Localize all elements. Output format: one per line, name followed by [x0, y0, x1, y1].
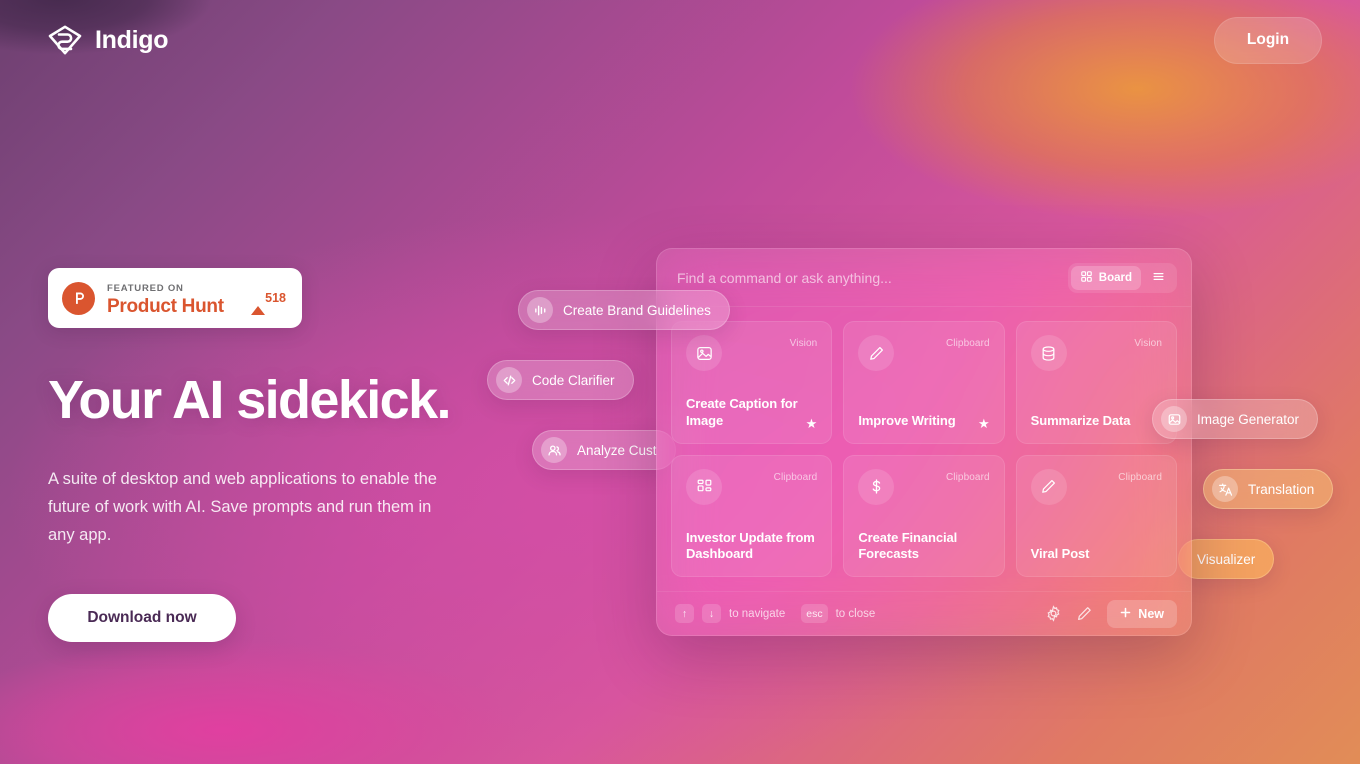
code-icon — [496, 367, 522, 393]
card-title: Create Financial Forecasts — [858, 529, 958, 562]
view-toggle: Board — [1067, 262, 1177, 293]
card-title: Summarize Data — [1030, 412, 1131, 428]
database-icon — [1030, 335, 1067, 371]
pill-image-generator[interactable]: Image Generator — [1152, 399, 1319, 439]
product-hunt-vote-count: 518 — [265, 291, 286, 305]
new-button[interactable]: New — [1107, 599, 1177, 628]
card-tag: Vision — [789, 338, 818, 349]
palette-footer: ↑ ↓ to navigate esc to close New — [657, 591, 1191, 635]
pill-code-clarifier[interactable]: Code Clarifier — [487, 360, 634, 400]
pill-translation[interactable]: Translation — [1203, 469, 1334, 509]
translate-icon — [1212, 476, 1238, 502]
card-top: Vision — [686, 335, 817, 371]
image-sparkle-icon — [1161, 406, 1187, 432]
command-card[interactable]: Vision Create Caption for Image ★ — [671, 321, 833, 444]
card-top: Clipboard — [858, 468, 990, 505]
card-title: Create Caption for Image — [686, 396, 798, 428]
product-hunt-text: FEATURED ON Product Hunt — [107, 279, 239, 318]
pill-label: Image Generator — [1197, 411, 1300, 427]
card-top: Clipboard — [858, 335, 990, 371]
triangle-up-icon — [251, 289, 266, 315]
pill-label: Code Clarifier — [532, 372, 615, 388]
command-card[interactable]: Clipboard Viral Post — [1015, 454, 1177, 577]
indigo-diamond-logo-icon — [48, 25, 82, 55]
product-hunt-title: Product Hunt — [107, 296, 224, 318]
download-now-button[interactable]: Download now — [48, 593, 236, 642]
key-esc: esc — [801, 604, 828, 623]
product-hunt-p-icon — [62, 281, 95, 315]
card-bottom: Create Caption for Image ★ — [686, 396, 817, 429]
card-bottom: Improve Writing ★ — [858, 413, 989, 430]
product-hunt-vote[interactable]: 518 — [251, 289, 288, 315]
card-top: Vision — [1030, 335, 1162, 371]
pill-label: Create Brand Guidelines — [563, 302, 711, 318]
keyboard-hints: ↑ ↓ to navigate esc to close — [675, 604, 883, 623]
brand-name: Indigo — [95, 25, 169, 54]
card-tag: Vision — [1134, 338, 1162, 349]
brand[interactable]: Indigo — [48, 25, 168, 55]
search-input[interactable] — [677, 269, 1058, 286]
palette-search-bar: Board — [657, 249, 1191, 307]
pill-label: Analyze Cust — [577, 442, 657, 458]
card-title: Improve Writing — [858, 412, 956, 428]
page-title: Your AI sidekick. — [48, 370, 452, 430]
image-icon — [686, 335, 722, 371]
command-card[interactable]: Clipboard Investor Update from Dashboard — [671, 454, 833, 577]
dollar-icon — [858, 468, 895, 505]
view-toggle-board[interactable]: Board — [1070, 265, 1141, 290]
gear-icon[interactable] — [1045, 605, 1062, 622]
card-bottom: Summarize Data — [1031, 413, 1162, 430]
card-top: Clipboard — [1030, 468, 1162, 505]
site-header: Indigo Login — [0, 0, 1360, 80]
card-title: Viral Post — [1030, 546, 1090, 562]
card-title: Investor Update from Dashboard — [686, 529, 815, 562]
pill-visualizer[interactable]: Visualizer — [1178, 539, 1275, 579]
card-tag: Clipboard — [945, 471, 990, 483]
key-arrow-up: ↑ — [675, 604, 694, 623]
pencil-icon — [1030, 468, 1067, 505]
footer-actions: New — [1045, 599, 1177, 628]
card-bottom: Create Financial Forecasts — [858, 530, 989, 563]
pencil-icon[interactable] — [1076, 605, 1093, 622]
command-card[interactable]: Clipboard Create Financial Forecasts — [843, 454, 1005, 577]
view-toggle-board-label: Board — [1098, 271, 1132, 284]
navigate-hint-label: to navigate — [729, 607, 786, 620]
product-hunt-kicker: FEATURED ON — [107, 282, 184, 294]
card-top: Clipboard — [686, 468, 818, 505]
star-filled-icon[interactable]: ★ — [978, 417, 990, 430]
card-tag: Clipboard — [773, 471, 818, 483]
card-tag: Clipboard — [1118, 471, 1162, 483]
grid-squares-icon — [686, 468, 722, 505]
close-hint-label: to close — [835, 607, 876, 620]
plus-icon — [1120, 607, 1131, 621]
pill-label: Visualizer — [1197, 551, 1256, 567]
pill-label: Translation — [1248, 481, 1315, 497]
login-button[interactable]: Login — [1214, 16, 1322, 64]
list-icon — [1152, 270, 1165, 286]
waveform-icon — [527, 297, 553, 323]
grid-icon — [1080, 270, 1093, 286]
command-card-grid: Vision Create Caption for Image ★ Clipbo… — [657, 307, 1191, 591]
pencil-icon — [858, 335, 895, 371]
view-toggle-list[interactable] — [1143, 266, 1174, 290]
pill-create-brand-guidelines[interactable]: Create Brand Guidelines — [518, 290, 730, 330]
pill-analyze-customers[interactable]: Analyze Cust — [532, 430, 676, 470]
card-bottom: Investor Update from Dashboard — [686, 530, 817, 563]
card-tag: Clipboard — [945, 338, 990, 349]
key-arrow-down: ↓ — [702, 604, 721, 623]
command-card[interactable]: Clipboard Improve Writing ★ — [843, 321, 1005, 444]
new-button-label: New — [1138, 606, 1164, 621]
hero-subtext: A suite of desktop and web applications … — [48, 469, 437, 545]
hero-section: FEATURED ON Product Hunt 518 Your AI sid… — [48, 268, 518, 642]
command-palette: Board Vision — [656, 248, 1192, 636]
users-icon — [541, 437, 567, 463]
star-filled-icon[interactable]: ★ — [806, 417, 818, 430]
card-bottom: Viral Post — [1031, 546, 1162, 563]
product-hunt-badge[interactable]: FEATURED ON Product Hunt 518 — [48, 268, 302, 328]
